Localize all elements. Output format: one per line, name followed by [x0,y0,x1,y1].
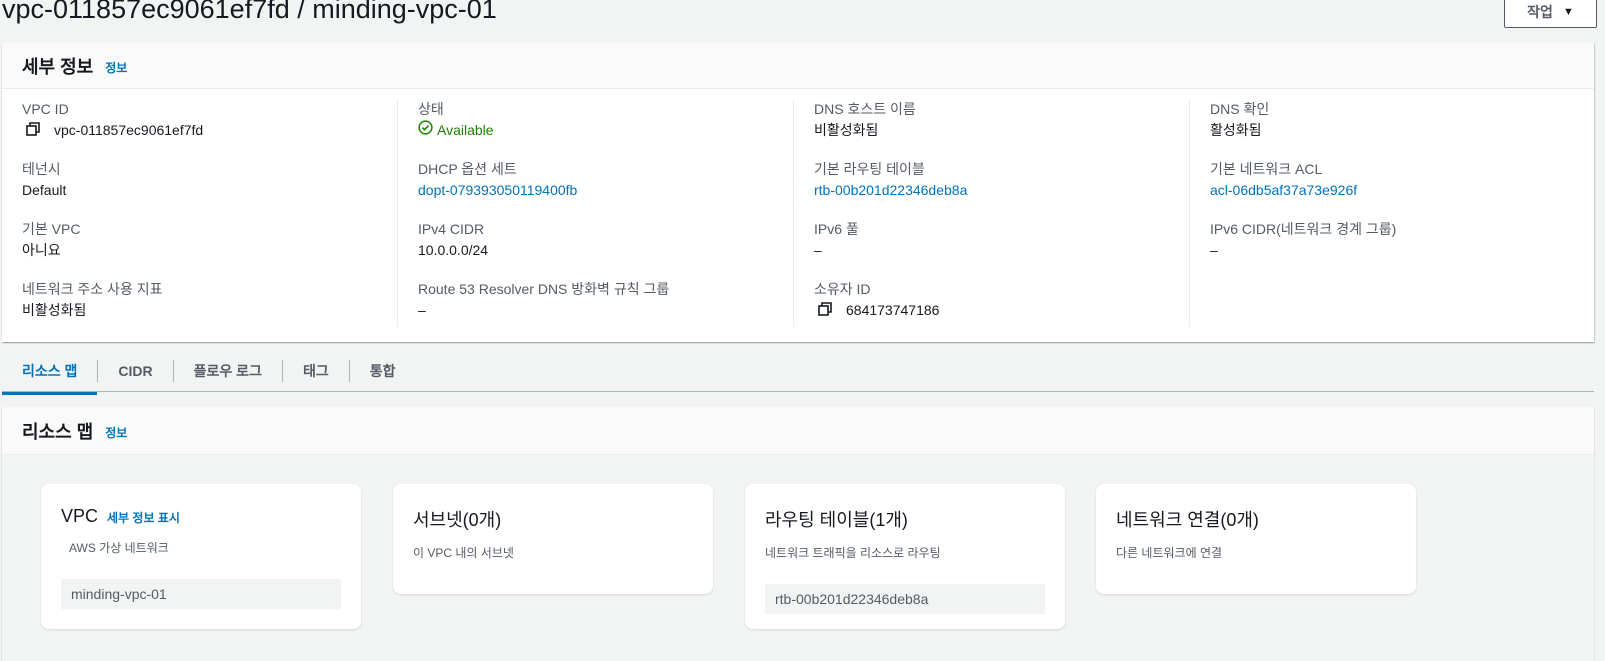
tab-tags[interactable]: 태그 [283,359,350,382]
field-value: – [1210,242,1218,258]
tab-flow-logs[interactable]: 플로우 로그 [174,359,283,382]
details-info-link[interactable]: 정보 [105,59,127,76]
tab-resource-map[interactable]: 리소스 맵 [2,359,99,395]
field-value: 아니요 [22,242,61,258]
subnets-card: 서브넷(0개) 이 VPC 내의 서브넷 [393,484,713,594]
details-column-4: DNS 확인 활성화됨 기본 네트워크 ACL acl-06db5af37a73… [1190,99,1586,327]
field-dhcp-options: DHCP 옵션 세트 dopt-079393050119400fb [418,159,793,219]
field-value: 비활성화됨 [22,302,87,318]
tab-integrations[interactable]: 통합 [350,360,416,382]
field-value: – [418,302,426,318]
field-value: 684173747186 [814,300,1189,320]
field-vpc-id: VPC ID vpc-011857ec9061ef7fd [22,99,397,159]
dhcp-options-link[interactable]: dopt-079393050119400fb [418,180,793,200]
vpc-node[interactable]: minding-vpc-01 [61,579,341,609]
copy-icon[interactable] [26,122,42,138]
field-ipv6-cidr: IPv6 CIDR(네트워크 경계 그룹) – [1210,219,1586,279]
field-label: 기본 네트워크 ACL [1210,161,1323,177]
field-label: 기본 VPC [22,221,81,237]
card-subtitle: 다른 네트워크에 연결 [1116,546,1223,560]
main-route-table-link[interactable]: rtb-00b201d22346deb8a [814,180,1189,200]
field-value: – [814,242,822,258]
card-subtitle: AWS 가상 네트워크 [69,541,169,555]
details-heading: 세부 정보 [22,56,94,77]
card-title-text: 라우팅 테이블(1개) [765,510,908,530]
field-dns-firewall: Route 53 Resolver DNS 방화벽 규칙 그룹 – [418,279,793,339]
resource-map-panel: 리소스 맵 정보 VPC 세부 정보 표시 AWS 가상 네트워크 mindin… [2,407,1594,661]
field-label: DNS 확인 [1210,101,1270,117]
card-title-text: 네트워크 연결(0개) [1116,510,1259,530]
field-value: 비활성화됨 [814,122,879,138]
details-panel: 세부 정보 정보 VPC ID vpc-011857ec9061ef7fd 테넌… [2,43,1594,342]
field-label: 테넌시 [22,161,61,177]
field-label: IPv6 풀 [814,221,859,237]
status-badge: Available [418,120,793,140]
details-column-3: DNS 호스트 이름 비활성화됨 기본 라우팅 테이블 rtb-00b201d2… [794,99,1190,327]
field-label: 소유자 ID [814,281,871,297]
resource-map-area: VPC 세부 정보 표시 AWS 가상 네트워크 minding-vpc-01 … [2,455,1594,661]
check-circle-icon [418,120,433,140]
card-title: 서브넷(0개) [413,506,693,532]
field-label: 네트워크 주소 사용 지표 [22,281,163,297]
field-value: 10.0.0.0/24 [418,242,489,258]
field-label: 기본 라우팅 테이블 [814,161,925,177]
caret-down-icon: ▼ [1562,6,1574,18]
card-subtitle: 네트워크 트래픽을 리소스로 라우팅 [765,546,941,560]
page-title: vpc-011857ec9061ef7fd / minding-vpc-01 [2,0,497,24]
details-column-2: 상태 Available DHCP 옵션 세트 dopt-07939305011… [398,99,794,327]
field-tenancy: 테넌시 Default [22,159,397,219]
field-dns-hostnames: DNS 호스트 이름 비활성화됨 [814,99,1189,159]
actions-dropdown-button[interactable]: 작업 ▼ [1504,0,1597,28]
field-value: Default [22,182,67,198]
field-ipv6-pool: IPv6 풀 – [814,219,1189,279]
tab-bar: 리소스 맵 CIDR 플로우 로그 태그 통합 [2,350,1594,395]
vpc-card: VPC 세부 정보 표시 AWS 가상 네트워크 minding-vpc-01 [41,484,361,629]
field-value: vpc-011857ec9061ef7fd [22,120,397,140]
vpc-id-value: vpc-011857ec9061ef7fd [54,122,204,138]
details-panel-header: 세부 정보 정보 [2,43,1594,89]
route-table-node[interactable]: rtb-00b201d22346deb8a [765,584,1045,614]
field-label: DHCP 옵션 세트 [418,161,517,177]
tab-cidr[interactable]: CIDR [98,359,174,382]
actions-button-label: 작업 [1527,4,1553,20]
field-main-network-acl: 기본 네트워크 ACL acl-06db5af37a73e926f [1210,159,1586,219]
field-value: 활성화됨 [1210,122,1262,138]
resource-map-header: 리소스 맵 정보 [2,407,1594,455]
card-title-text: 서브넷(0개) [413,510,502,530]
owner-id-value: 684173747186 [846,302,940,318]
resource-map-heading: 리소스 맵 [22,421,94,442]
field-owner-id: 소유자 ID 684173747186 [814,279,1189,339]
details-column-1: VPC ID vpc-011857ec9061ef7fd 테넌시 Default… [2,99,398,327]
card-subtitle: 이 VPC 내의 서브넷 [413,546,514,560]
route-tables-card: 라우팅 테이블(1개) 네트워크 트래픽을 리소스로 라우팅 rtb-00b20… [745,484,1065,629]
field-dns-resolution: DNS 확인 활성화됨 [1210,99,1586,159]
field-ipv4-cidr: IPv4 CIDR 10.0.0.0/24 [418,219,793,279]
resource-map-info-link[interactable]: 정보 [105,424,127,441]
network-connections-card: 네트워크 연결(0개) 다른 네트워크에 연결 [1096,484,1416,594]
field-label: Route 53 Resolver DNS 방화벽 규칙 그룹 [418,281,670,297]
state-value: Available [437,122,494,138]
field-default-vpc: 기본 VPC 아니요 [22,219,397,279]
card-title: VPC 세부 정보 표시 [61,506,341,527]
field-label: IPv6 CIDR(네트워크 경계 그룹) [1210,221,1397,237]
card-title-text: VPC [61,506,99,526]
copy-icon[interactable] [818,302,834,318]
show-details-link[interactable]: 세부 정보 표시 [107,509,180,526]
field-state: 상태 Available [418,99,793,159]
card-title: 네트워크 연결(0개) [1116,506,1396,532]
field-label: VPC ID [22,101,69,117]
field-label: IPv4 CIDR [418,221,485,237]
card-title: 라우팅 테이블(1개) [765,506,1045,532]
main-network-acl-link[interactable]: acl-06db5af37a73e926f [1210,180,1586,200]
field-label: 상태 [418,101,444,117]
field-main-route-table: 기본 라우팅 테이블 rtb-00b201d22346deb8a [814,159,1189,219]
field-label: DNS 호스트 이름 [814,101,916,117]
field-network-address-metrics: 네트워크 주소 사용 지표 비활성화됨 [22,279,397,339]
